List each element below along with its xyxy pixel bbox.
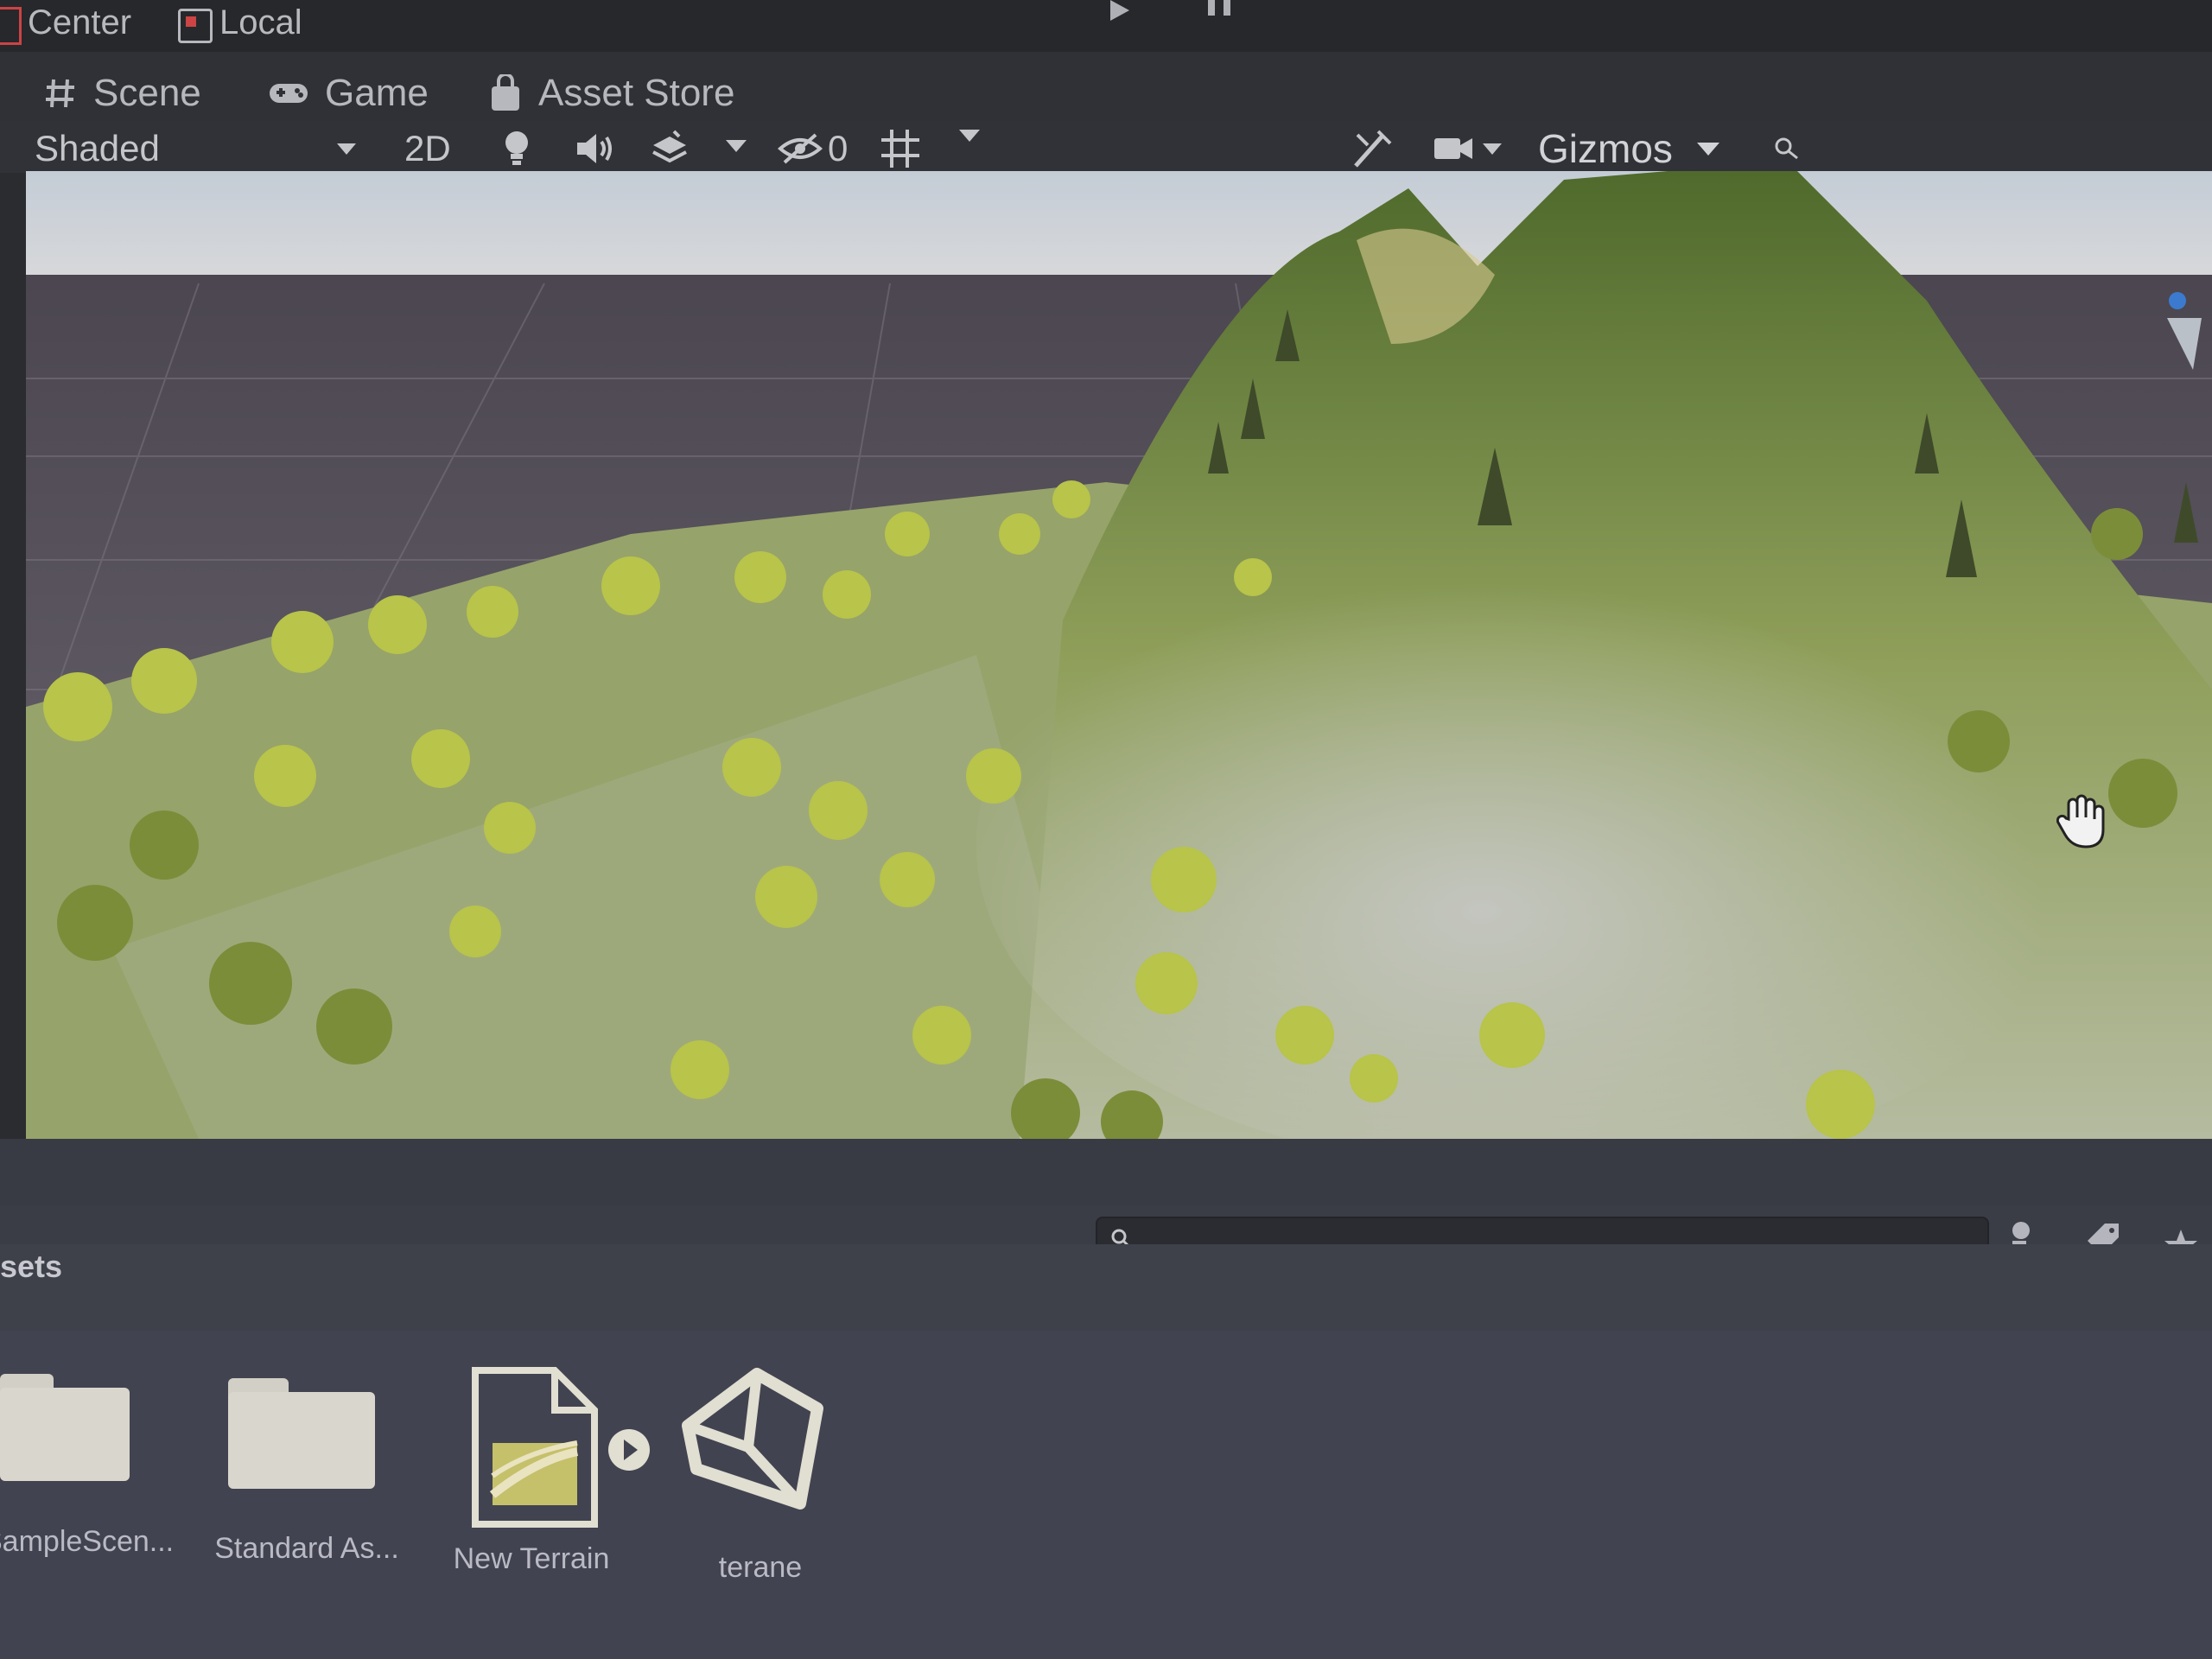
asset-item-terane[interactable]: terane [674, 1365, 847, 1599]
scene-viewport[interactable] [26, 171, 2212, 1139]
tab-game-label: Game [325, 72, 429, 114]
hand-cursor-icon [2056, 794, 2105, 849]
expand-arrow-icon[interactable] [605, 1426, 653, 1474]
asset-label: terane [718, 1551, 803, 1584]
play-icon[interactable] [1110, 0, 1129, 21]
asset-item-new-terrain[interactable]: New Terrain [441, 1361, 665, 1594]
asset-label: Standard As... [214, 1532, 399, 1565]
lightbulb-icon [505, 131, 528, 165]
hidden-objects-toggle[interactable]: 0 [778, 126, 848, 171]
effects-toggle[interactable] [650, 126, 690, 171]
gizmos-label: Gizmos [1538, 126, 1673, 171]
breadcrumb[interactable]: sets [0, 1249, 62, 1285]
layers-icon [652, 130, 687, 163]
folder-icon [0, 1374, 130, 1482]
grid-icon [881, 130, 919, 168]
pivot-local-button[interactable]: Local [219, 3, 302, 42]
top-toolbar [0, 0, 2212, 52]
tab-game[interactable]: Game [268, 67, 429, 119]
tools-icon [1354, 130, 1392, 168]
chevron-down-icon [1483, 143, 1502, 155]
folder-icon [228, 1378, 375, 1491]
speaker-icon [577, 134, 612, 163]
asset-item-standard-assets[interactable]: Standard As... [207, 1361, 399, 1586]
asset-label: New Terrain [453, 1542, 610, 1575]
shopping-bag-icon [492, 74, 519, 111]
pause-icon[interactable] [1208, 0, 1230, 16]
terrain-file-icon [472, 1367, 598, 1528]
hash-icon [46, 79, 74, 108]
toggle-2d-button[interactable]: 2D [404, 126, 451, 171]
audio-toggle[interactable] [575, 126, 615, 171]
breadcrumb-bar [0, 1244, 2212, 1331]
scene-search-toggle[interactable] [1773, 126, 1802, 171]
pivot-local-icon[interactable] [178, 9, 213, 43]
camera-toggle[interactable] [1433, 126, 1502, 171]
hidden-count: 0 [828, 128, 849, 168]
grid-toggle[interactable] [880, 126, 921, 171]
gamepad-icon [270, 84, 308, 103]
tools-toggle[interactable] [1352, 126, 1395, 171]
asset-label: SampleScen... [0, 1525, 175, 1558]
scene-orientation-gizmo[interactable] [2152, 283, 2212, 387]
chevron-down-icon [1696, 142, 1719, 156]
effects-dropdown-icon[interactable] [726, 140, 747, 152]
chevron-down-icon [337, 143, 356, 155]
video-camera-icon [1434, 138, 1472, 159]
tab-scene[interactable]: Scene [43, 67, 201, 119]
tab-asset-store[interactable]: Asset Store [488, 67, 734, 119]
grid-dropdown-icon[interactable] [959, 130, 980, 142]
terrain-scene [26, 171, 2212, 1139]
unity-prefab-icon [682, 1368, 823, 1510]
pivot-center-icon[interactable] [0, 7, 22, 45]
draw-mode-dropdown[interactable]: Shaded [35, 126, 363, 171]
search-icon [1775, 137, 1798, 160]
gizmos-dropdown[interactable]: Gizmos [1538, 126, 1719, 171]
tab-scene-label: Scene [93, 72, 201, 114]
tab-asset-store-label: Asset Store [538, 72, 735, 114]
eye-slash-icon [778, 133, 823, 164]
draw-mode-label: Shaded [35, 128, 160, 168]
pivot-center-button[interactable]: Center [28, 3, 131, 42]
asset-item-samplescenes[interactable]: SampleScen... [0, 1357, 175, 1581]
lighting-toggle[interactable] [501, 126, 532, 171]
